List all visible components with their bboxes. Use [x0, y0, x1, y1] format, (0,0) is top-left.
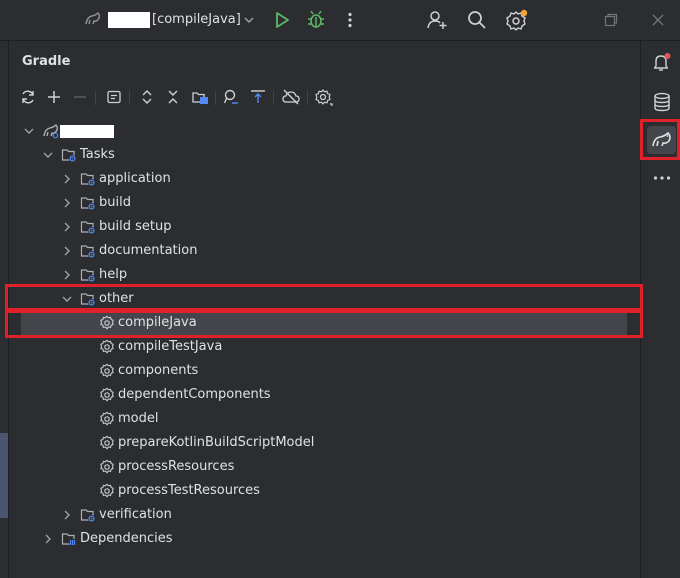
- tree-item-label: application: [99, 171, 171, 186]
- tree-item-group[interactable]: build: [9, 191, 640, 215]
- tree-item-label: processResources: [118, 459, 235, 474]
- search-icon[interactable]: [467, 10, 487, 30]
- tree-item-label: model: [118, 411, 159, 426]
- analyze-icon[interactable]: [223, 89, 239, 105]
- tree-item-task[interactable]: model: [9, 407, 640, 431]
- chevron-right-icon[interactable]: [61, 173, 73, 185]
- tasks-folder-icon: [61, 147, 77, 163]
- add-icon[interactable]: [46, 89, 62, 105]
- task-gear-icon: [99, 483, 115, 499]
- tree-item-label: Tasks: [80, 147, 115, 162]
- debug-icon[interactable]: [307, 10, 325, 30]
- tree-item-task[interactable]: processTestResources: [9, 479, 640, 503]
- tree-item-tasks[interactable]: Tasks: [9, 143, 640, 167]
- expand-all-icon[interactable]: [139, 89, 155, 105]
- gradle-highlight-box: [640, 119, 680, 160]
- refresh-icon[interactable]: [20, 89, 36, 105]
- chevron-right-icon[interactable]: [42, 533, 54, 545]
- tree-item-group[interactable]: documentation: [9, 239, 640, 263]
- task-gear-icon: [99, 435, 115, 451]
- gradle-project-icon: [84, 11, 102, 27]
- task-gear-icon: [99, 339, 115, 355]
- tree-item-label: build setup: [99, 219, 172, 234]
- task-group-folder-icon: [80, 507, 96, 523]
- redacted-project-name: [60, 125, 114, 138]
- dependencies-folder-icon: [61, 531, 77, 547]
- gradle-project-icon: [42, 123, 60, 139]
- task-gear-icon: [99, 363, 115, 379]
- chevron-right-icon[interactable]: [61, 221, 73, 233]
- close-icon[interactable]: [651, 13, 665, 27]
- tree-item-group[interactable]: build setup: [9, 215, 640, 239]
- link-project-icon[interactable]: [191, 89, 209, 105]
- database-icon[interactable]: [653, 92, 671, 112]
- task-group-folder-icon: [80, 195, 96, 211]
- more-horizontal-icon[interactable]: [653, 174, 671, 182]
- tree-item-task[interactable]: compileTestJava: [9, 335, 640, 359]
- tree-item-label: prepareKotlinBuildScriptModel: [118, 435, 315, 450]
- chevron-down-icon[interactable]: [42, 149, 54, 161]
- tree-item-label: processTestResources: [118, 483, 260, 498]
- tree-item-task[interactable]: processResources: [9, 455, 640, 479]
- task-group-folder-icon: [80, 171, 96, 187]
- remove-icon[interactable]: [72, 89, 88, 105]
- panel-title: Gradle: [22, 54, 71, 69]
- chevron-right-icon[interactable]: [61, 197, 73, 209]
- tree-item-label: compileTestJava: [118, 339, 223, 354]
- settings-icon[interactable]: [506, 9, 528, 31]
- task-group-folder-icon: [80, 267, 96, 283]
- other-highlight-box: [5, 284, 643, 311]
- collapse-all-icon[interactable]: [165, 89, 181, 105]
- more-vertical-icon[interactable]: [343, 12, 357, 28]
- execute-task-icon[interactable]: [106, 89, 122, 105]
- tree-item-label: dependentComponents: [118, 387, 271, 402]
- chevron-right-icon[interactable]: [61, 269, 73, 281]
- tree-item-task[interactable]: dependentComponents: [9, 383, 640, 407]
- tree-item-dependencies[interactable]: Dependencies: [9, 527, 640, 551]
- restore-icon[interactable]: [604, 13, 618, 27]
- compilejava-highlight-box: [5, 310, 643, 338]
- tree-item-task[interactable]: prepareKotlinBuildScriptModel: [9, 431, 640, 455]
- tree-item-group[interactable]: application: [9, 167, 640, 191]
- chevron-right-icon[interactable]: [61, 245, 73, 257]
- add-user-icon[interactable]: [427, 10, 447, 30]
- title-bar: [compileJava]: [0, 0, 680, 41]
- tree-item-label: documentation: [99, 243, 198, 258]
- tree-item-project[interactable]: [9, 119, 640, 143]
- run-icon[interactable]: [274, 11, 290, 29]
- toggle-offline-icon[interactable]: [250, 89, 266, 105]
- run-configuration-selector[interactable]: [compileJava]: [152, 12, 241, 27]
- tree-item-label: verification: [99, 507, 172, 522]
- tree-item-label: help: [99, 267, 128, 282]
- task-gear-icon: [99, 387, 115, 403]
- task-group-folder-icon: [80, 243, 96, 259]
- notifications-icon[interactable]: [652, 52, 672, 72]
- chevron-down-icon[interactable]: [23, 125, 35, 137]
- tree-item-label: Dependencies: [80, 531, 173, 546]
- chevron-right-icon[interactable]: [61, 509, 73, 521]
- offline-icon[interactable]: [282, 89, 300, 105]
- tree-item-verification[interactable]: verification: [9, 503, 640, 527]
- tree-item-label: components: [118, 363, 199, 378]
- redacted-project-name: [108, 12, 150, 28]
- task-group-folder-icon: [80, 219, 96, 235]
- task-gear-icon: [99, 411, 115, 427]
- tree-item-task[interactable]: components: [9, 359, 640, 383]
- tree-item-label: build: [99, 195, 131, 210]
- task-gear-icon: [99, 459, 115, 475]
- chevron-down-icon[interactable]: [243, 14, 255, 26]
- build-settings-icon[interactable]: [315, 89, 333, 107]
